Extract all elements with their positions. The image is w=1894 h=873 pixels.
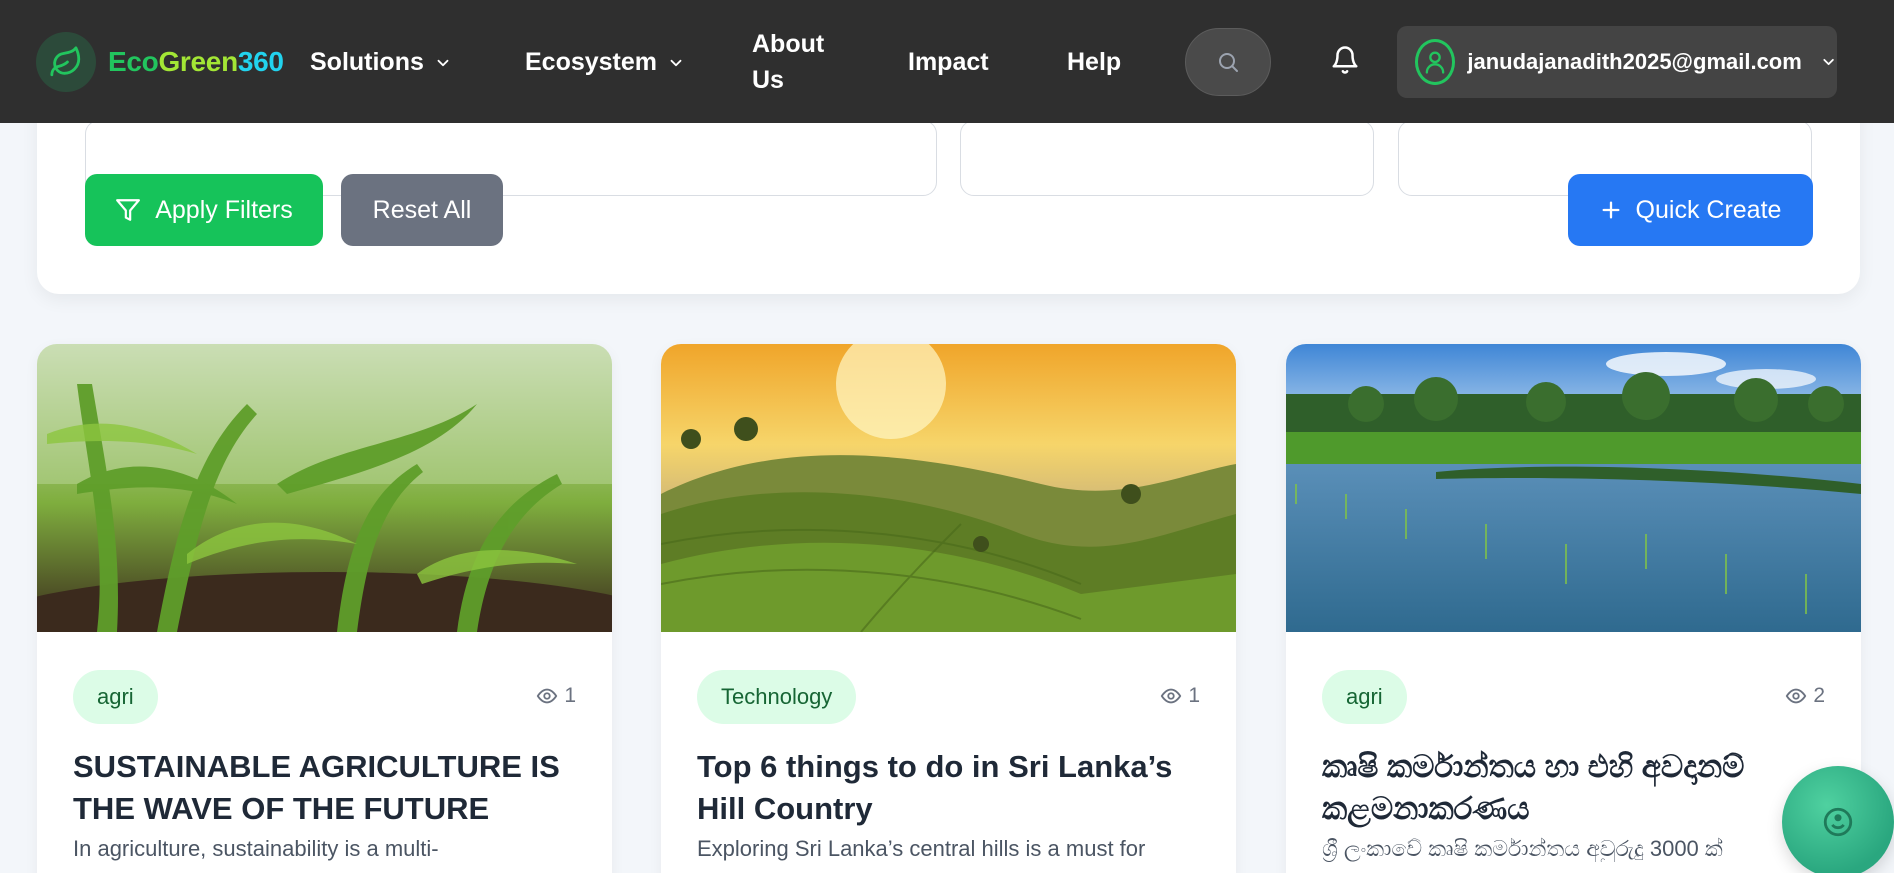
view-count-value: 2 bbox=[1813, 684, 1825, 707]
view-count: 1 bbox=[1160, 684, 1200, 708]
brand-part-green: Green bbox=[158, 46, 238, 77]
view-count-value: 1 bbox=[564, 684, 576, 707]
top-navbar: EcoGreen360 Solutions Ecosystem About Us… bbox=[0, 0, 1894, 123]
corn-seedlings-image bbox=[37, 344, 612, 632]
view-count: 2 bbox=[1785, 684, 1825, 708]
apply-filters-button[interactable]: Apply Filters bbox=[85, 174, 323, 246]
user-email: janudajanadith2025@gmail.com bbox=[1467, 49, 1802, 74]
filter-category-select[interactable] bbox=[960, 120, 1374, 196]
category-tag[interactable]: Technology bbox=[697, 670, 857, 724]
view-count: 1 bbox=[536, 684, 576, 708]
user-avatar-icon bbox=[1415, 39, 1456, 85]
post-excerpt: ශ්‍රී ලංකාවේ කෘෂි කර්මාන්තය අවුරුදු 3000… bbox=[1322, 836, 1723, 861]
nav-about-line1: About bbox=[752, 30, 825, 58]
leaf-logo-icon[interactable] bbox=[36, 32, 96, 92]
user-menu[interactable]: janudajanadith2025@gmail.com bbox=[1397, 26, 1837, 98]
nav-about-line2: Us bbox=[752, 66, 784, 94]
plus-icon bbox=[1602, 201, 1620, 219]
category-tag[interactable]: agri bbox=[1322, 670, 1407, 724]
nav-help[interactable]: Help bbox=[1067, 48, 1121, 77]
post-excerpt: Exploring Sri Lanka’s central hills is a… bbox=[697, 836, 1146, 861]
notifications-button[interactable] bbox=[1330, 45, 1360, 80]
quick-create-button[interactable]: Quick Create bbox=[1568, 174, 1813, 246]
nav-impact-label: Impact bbox=[908, 48, 989, 76]
tea-plantation-image bbox=[661, 344, 1236, 632]
bell-icon bbox=[1332, 46, 1358, 74]
search-button[interactable] bbox=[1185, 28, 1271, 96]
post-title[interactable]: SUSTAINABLE AGRICULTURE IS THE WAVE OF T… bbox=[73, 746, 576, 830]
reset-all-button[interactable]: Reset All bbox=[341, 174, 503, 246]
reset-all-label: Reset All bbox=[372, 195, 472, 224]
post-card[interactable]: agri 1 SUSTAINABLE AGRICULTURE IS THE WA… bbox=[37, 344, 612, 873]
nav-solutions-label: Solutions bbox=[310, 48, 424, 76]
nav-about-us[interactable]: About Us bbox=[752, 26, 832, 98]
chat-assistant-button[interactable] bbox=[1782, 766, 1894, 873]
eye-icon bbox=[1786, 688, 1807, 704]
eye-icon bbox=[537, 688, 558, 704]
brand-part-360: 360 bbox=[237, 46, 284, 77]
chat-bot-icon bbox=[1823, 807, 1853, 837]
eye-icon bbox=[1161, 688, 1182, 704]
post-card[interactable]: Technology 1 Top 6 things to do in Sri L… bbox=[661, 344, 1236, 873]
filter-icon bbox=[116, 199, 141, 221]
post-title[interactable]: කෘෂි කර්මාන්තය හා එහි අවදානම් කළමනාකරණය bbox=[1322, 746, 1825, 830]
nav-impact[interactable]: Impact bbox=[908, 48, 989, 77]
paddy-field-image bbox=[1286, 344, 1861, 632]
chevron-down-icon bbox=[1823, 58, 1834, 66]
brand-part-eco: Eco bbox=[108, 46, 159, 77]
search-icon bbox=[1219, 53, 1238, 72]
post-excerpt: In agriculture, sustainability is a mult… bbox=[73, 836, 439, 861]
view-count-value: 1 bbox=[1188, 684, 1200, 707]
nav-help-label: Help bbox=[1067, 48, 1122, 76]
nav-ecosystem-label: Ecosystem bbox=[525, 48, 658, 76]
nav-ecosystem[interactable]: Ecosystem bbox=[525, 48, 685, 77]
chevron-down-icon bbox=[437, 59, 449, 66]
quick-create-label: Quick Create bbox=[1635, 195, 1782, 224]
apply-filters-label: Apply Filters bbox=[155, 195, 293, 224]
post-card[interactable]: agri 2 කෘෂි කර්මාන්තය හා එහි අවදානම් කළම… bbox=[1286, 344, 1861, 873]
nav-solutions[interactable]: Solutions bbox=[310, 48, 452, 77]
category-tag[interactable]: agri bbox=[73, 670, 158, 724]
post-title[interactable]: Top 6 things to do in Sri Lanka’s Hill C… bbox=[697, 746, 1200, 830]
brand-name[interactable]: EcoGreen360 bbox=[108, 46, 284, 78]
chevron-down-icon bbox=[670, 59, 682, 66]
